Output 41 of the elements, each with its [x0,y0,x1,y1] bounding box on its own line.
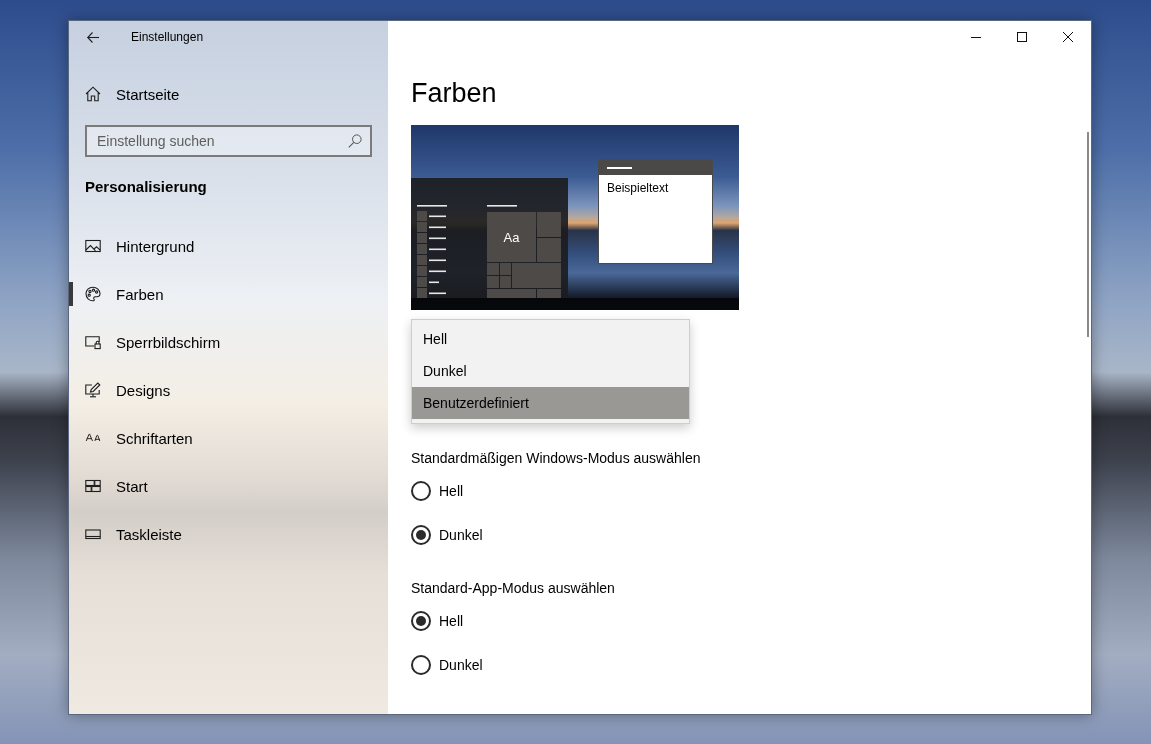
taskbar-icon [85,526,101,542]
tile-label: Aa [502,228,521,247]
maximize-icon [1017,32,1027,42]
scrollbar-thumb[interactable] [1087,132,1089,337]
nav-item[interactable]: Schriftarten [69,414,388,462]
sample-text: Beispieltext [607,181,670,195]
nav-item[interactable]: Designs [69,366,388,414]
menu-item[interactable]: Hell [412,323,689,355]
selection-indicator [69,282,73,306]
nav-item[interactable]: Sperrbildschirm [69,318,388,366]
menu-item[interactable]: Benutzerdefiniert [412,387,689,419]
nav-item[interactable]: Taskleiste [69,510,388,558]
radio-button[interactable] [411,525,431,545]
close-icon [1063,32,1073,42]
group-heading: Standardmäßigen Windows-Modus auswählen [411,449,702,468]
picture-icon [85,238,101,254]
radio-button[interactable] [411,655,431,675]
menu-item[interactable]: Dunkel [412,355,689,387]
search-field[interactable]: Einstellung suchen [85,125,372,157]
lock-monitor-icon [85,334,101,350]
palette-icon [85,286,101,302]
window-title: Einstellungen [131,29,204,45]
radio-label[interactable]: Dunkel [439,525,483,545]
radio-label[interactable]: Hell [439,611,464,631]
nav-item[interactable]: Hintergrund [69,222,388,270]
group-heading: Standard-App-Modus auswählen [411,579,616,598]
back-arrow-icon [87,31,99,43]
search-icon [348,134,362,148]
radio-label[interactable]: Hell [439,481,464,501]
radio-button[interactable] [411,611,431,631]
nav-item[interactable]: Farben [69,270,388,318]
radio-label[interactable]: Dunkel [439,655,483,675]
home-icon [85,86,101,102]
section-heading: Personalisierung [84,177,208,197]
page-title: Farben [411,77,498,110]
home-link[interactable]: Startseite [69,74,388,114]
radio-button[interactable] [411,481,431,501]
minimize-icon [971,36,981,38]
tile-grid-icon [85,478,101,494]
nav-item[interactable]: Start [69,462,388,510]
monitor-pen-icon [85,382,101,398]
